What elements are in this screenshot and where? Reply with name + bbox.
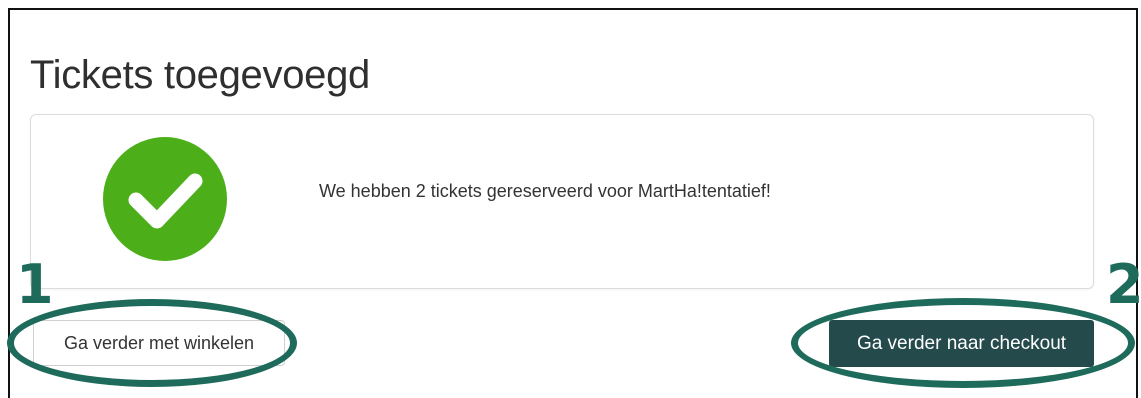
check-circle-background (103, 137, 227, 261)
annotation-ellipse-2 (791, 298, 1135, 388)
check-circle-icon (103, 137, 227, 261)
annotation-marker-1: 1 (16, 253, 54, 316)
page-title: Tickets toegevoegd (30, 53, 370, 97)
confirmation-card: We hebben 2 tickets gereserveerd voor Ma… (30, 114, 1094, 289)
confirmation-message: We hebben 2 tickets gereserveerd voor Ma… (319, 181, 771, 201)
annotation-marker-2: 2 (1106, 253, 1141, 316)
